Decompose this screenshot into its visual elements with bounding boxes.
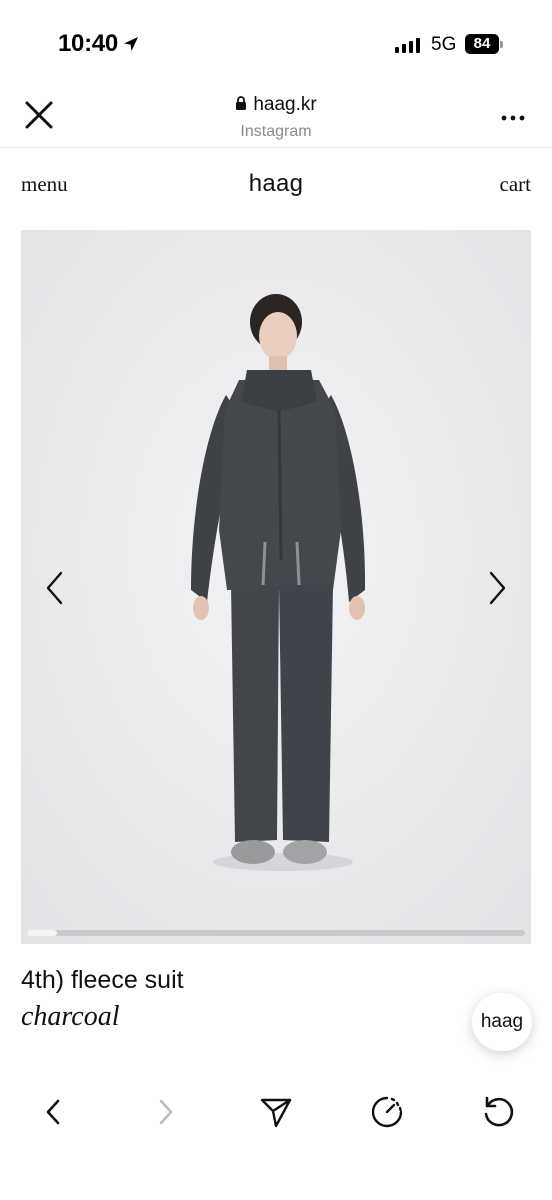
battery-level: 84 xyxy=(465,34,499,54)
status-bar: 10:40 5G 84 xyxy=(0,0,552,88)
chevron-left-icon xyxy=(46,571,63,605)
more-options-button[interactable] xyxy=(498,110,528,121)
lock-icon xyxy=(236,96,247,110)
browser-bar: haag.kr Instagram xyxy=(0,88,552,148)
speed-icon xyxy=(371,1096,403,1128)
site-logo[interactable]: haag xyxy=(0,170,552,198)
model-photo xyxy=(21,230,531,944)
product-color: charcoal xyxy=(21,1001,120,1032)
site-header: menu haag cart xyxy=(0,160,552,210)
gallery-scrollbar[interactable] xyxy=(27,930,525,936)
cart-link[interactable]: cart xyxy=(500,172,531,197)
url-display[interactable]: haag.kr Instagram xyxy=(0,94,552,141)
product-title: 4th) fleece suit xyxy=(21,966,184,994)
back-icon xyxy=(46,1099,60,1125)
browser-toolbar xyxy=(0,1076,552,1200)
back-button[interactable] xyxy=(32,1090,76,1134)
forward-icon xyxy=(159,1099,173,1125)
url-domain: haag.kr xyxy=(253,94,317,115)
chevron-right-icon xyxy=(489,571,506,605)
share-icon xyxy=(260,1098,292,1128)
next-image-button[interactable] xyxy=(485,570,509,606)
status-time: 10:40 xyxy=(58,30,140,58)
status-time-label: 10:40 xyxy=(58,30,118,57)
forward-button[interactable] xyxy=(143,1090,187,1134)
share-button[interactable] xyxy=(254,1090,298,1134)
chat-button[interactable]: haag xyxy=(472,993,532,1051)
cellular-signal-icon xyxy=(395,37,421,53)
location-arrow-icon xyxy=(123,37,138,51)
product-image[interactable] xyxy=(21,230,531,944)
previous-image-button[interactable] xyxy=(43,570,67,606)
reload-button[interactable] xyxy=(476,1090,520,1134)
gallery-scroll-thumb[interactable] xyxy=(27,930,57,936)
network-type: 5G xyxy=(431,34,457,55)
speed-button[interactable] xyxy=(365,1090,409,1134)
url-source: Instagram xyxy=(240,123,312,140)
reload-icon xyxy=(484,1096,514,1127)
battery-icon: 84 xyxy=(465,34,503,54)
more-icon xyxy=(501,115,525,121)
